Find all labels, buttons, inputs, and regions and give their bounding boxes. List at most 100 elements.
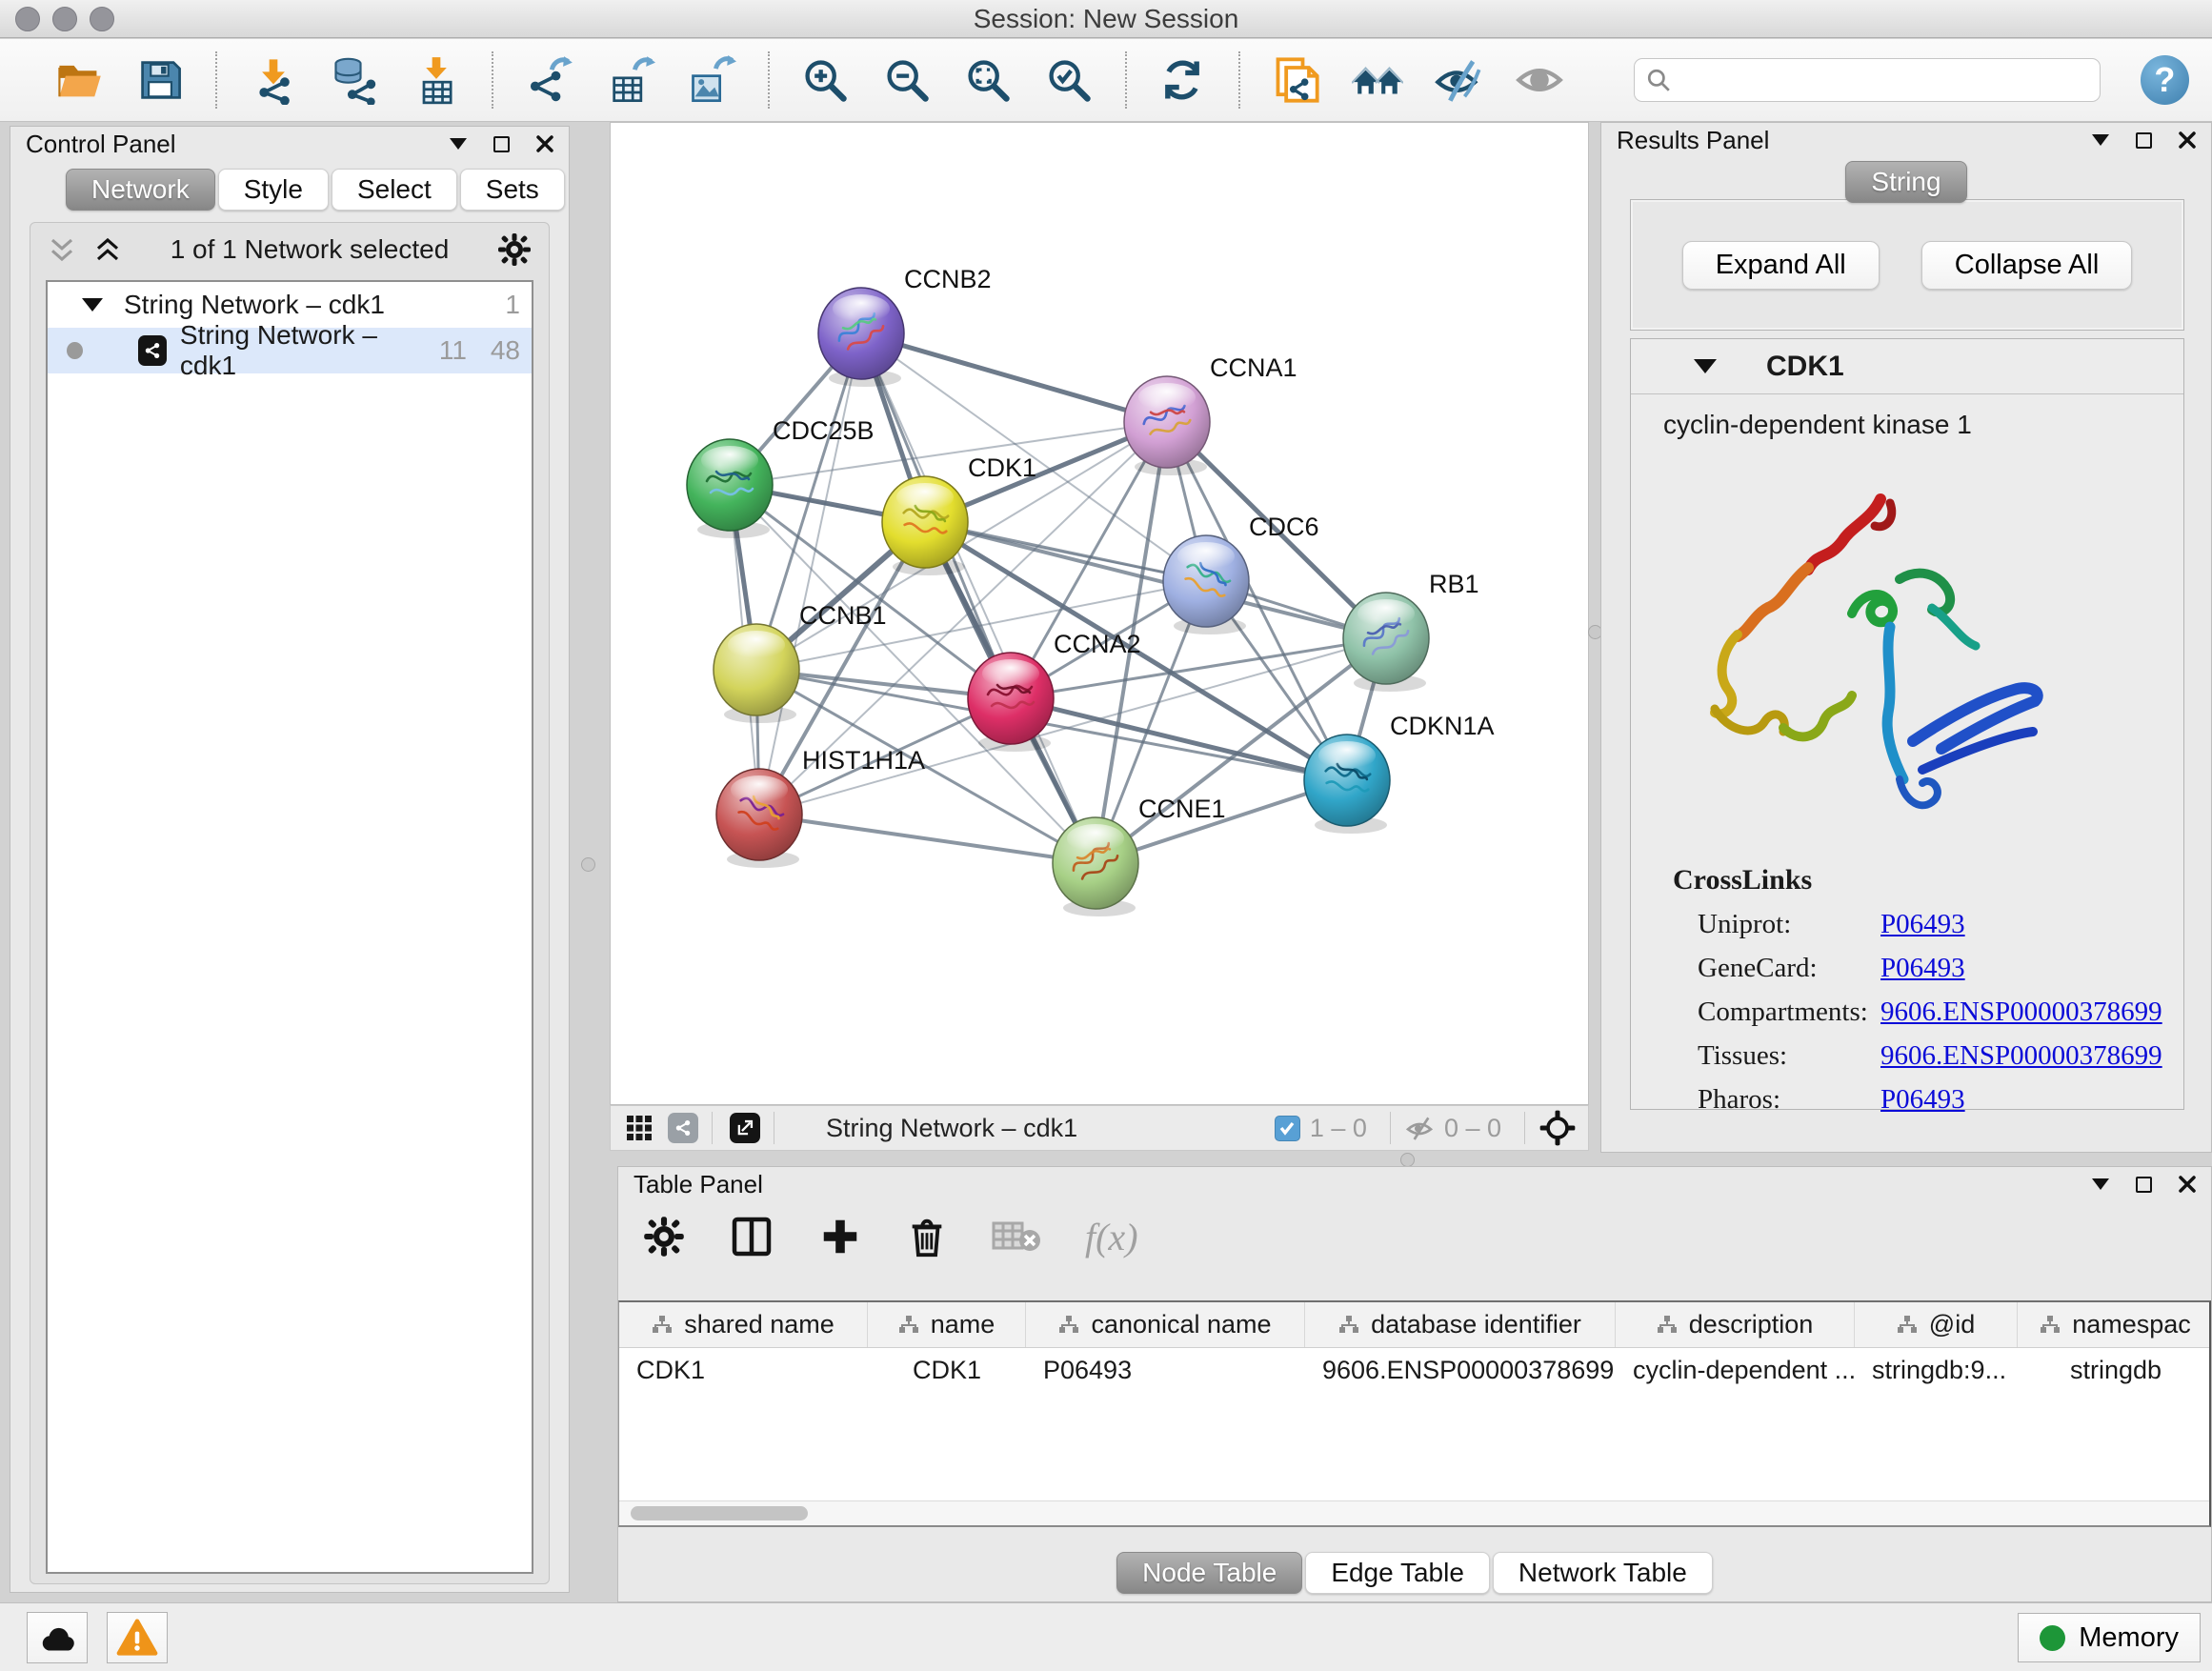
column-header-name[interactable]: name [868,1302,1026,1347]
export-image-icon[interactable] [685,52,739,108]
network-canvas[interactable]: CCNB2CCNA1CDC25BCDK1CDC6RB1CCNB1CCNA2CDK… [611,123,1590,1106]
left-splitter-handle[interactable] [581,857,595,872]
selected-checkbox[interactable] [1275,1116,1300,1141]
edge-CDC25B-CDC6[interactable] [730,485,1206,581]
edge-CCNB2-CCNA1[interactable] [861,333,1167,422]
help-icon[interactable]: ? [2141,55,2189,105]
crosslink-link[interactable]: P06493 [1880,953,1965,984]
warning-icon[interactable] [107,1612,168,1663]
home-icon[interactable] [1350,52,1404,108]
window-zoom-button[interactable] [90,7,114,31]
network-tree: String Network – cdk1 1 String Network –… [46,280,533,1574]
panel-close-icon[interactable] [536,135,553,152]
open-in-window-icon[interactable] [730,1113,760,1143]
column-header-namespac[interactable]: namespac [2018,1302,2211,1347]
hidden-eye-icon[interactable] [1404,1113,1435,1143]
clone-network-icon[interactable] [1269,52,1323,108]
import-network-from-file-icon[interactable] [246,52,300,108]
scrollbar-thumb[interactable] [631,1506,808,1520]
expand-all-button[interactable]: Expand All [1682,241,1880,290]
birdseye-navigator-icon[interactable] [1538,1109,1577,1147]
zoom-in-icon[interactable] [798,52,853,108]
node-CCNB2[interactable] [818,288,904,387]
node-CCNE1[interactable] [1053,817,1138,916]
node-CCNA1[interactable] [1124,376,1210,475]
save-session-icon[interactable] [132,52,187,108]
panel-close-icon[interactable] [2179,131,2196,149]
panel-float-icon[interactable] [450,138,467,150]
grid-view-icon[interactable] [626,1115,653,1141]
edge-CCNB2-CCNE1[interactable] [861,333,1096,863]
node-CCNA2[interactable] [968,653,1054,752]
tab-network-table[interactable]: Network Table [1493,1552,1713,1594]
tab-sets[interactable]: Sets [460,169,565,211]
panel-maximize-icon[interactable] [2136,132,2152,149]
tab-network[interactable]: Network [66,169,215,211]
zoom-out-icon[interactable] [879,52,934,108]
tab-style[interactable]: Style [218,169,329,211]
function-builder-icon[interactable]: f(x) [1085,1215,1138,1259]
horizontal-scrollbar[interactable] [619,1500,2209,1525]
export-network-icon[interactable] [522,52,576,108]
column-header-database-identifier[interactable]: database identifier [1305,1302,1616,1347]
table-settings-gear-icon[interactable] [643,1216,685,1258]
panel-maximize-icon[interactable] [493,136,510,152]
delete-column-icon[interactable] [906,1215,948,1258]
column-header--id[interactable]: @id [1855,1302,2018,1347]
panel-close-icon[interactable] [2179,1176,2196,1193]
add-column-icon[interactable] [818,1215,862,1258]
annotation-share-icon[interactable] [668,1113,698,1143]
network-row-selected[interactable]: String Network – cdk1 11 48 [48,328,532,373]
window-minimize-button[interactable] [52,7,77,31]
memory-button[interactable]: Memory [2018,1613,2201,1662]
tab-node-table[interactable]: Node Table [1116,1552,1302,1594]
crosslink-link[interactable]: P06493 [1880,909,1965,940]
search-input[interactable] [1680,66,2088,95]
node-CDKN1A[interactable] [1304,735,1390,834]
delete-table-icon[interactable] [992,1218,1041,1256]
import-network-from-database-icon[interactable] [328,52,382,108]
node-CDC25B[interactable] [687,439,773,538]
tab-select[interactable]: Select [332,169,457,211]
tab-edge-table[interactable]: Edge Table [1305,1552,1490,1594]
node-RB1[interactable] [1343,593,1429,692]
edge-HIST1H1A-CCNE1[interactable] [759,815,1096,863]
accordion-expander-icon[interactable] [1694,359,1717,373]
column-header-description[interactable]: description [1616,1302,1855,1347]
show-columns-icon[interactable] [729,1214,774,1259]
column-header-shared-name[interactable]: shared name [619,1302,868,1347]
gear-icon[interactable] [497,232,532,267]
hide-selected-eye-slash-icon[interactable] [1432,52,1486,108]
network-status-dot [67,342,83,359]
crosslink-link[interactable]: 9606.ENSP00000378699 [1880,1040,2162,1072]
show-all-eye-icon[interactable] [1513,52,1567,108]
zoom-selected-icon[interactable] [1042,52,1096,108]
window-close-button[interactable] [15,7,40,31]
network-view[interactable]: CCNB2CCNA1CDC25BCDK1CDC6RB1CCNB1CCNA2CDK… [610,122,1589,1105]
node-label-HIST1H1A: HIST1H1A [802,746,925,775]
open-folder-icon[interactable] [51,52,106,108]
import-table-icon[interactable] [409,52,463,108]
collapse-all-icon[interactable] [48,235,76,264]
column-header-canonical-name[interactable]: canonical name [1026,1302,1305,1347]
collapse-all-button[interactable]: Collapse All [1921,241,2133,290]
panel-float-icon[interactable] [2092,1178,2109,1190]
crosslink-link[interactable]: P06493 [1880,1084,1965,1116]
node-CDC6[interactable] [1163,535,1249,634]
horizontal-splitter-handle[interactable] [1400,1153,1415,1167]
table-row[interactable]: CDK1CDK1P064939606.ENSP00000378699cyclin… [619,1348,2209,1394]
node-CCNB1[interactable] [714,624,799,723]
export-table-icon[interactable] [603,52,657,108]
collection-expander-icon[interactable] [82,298,103,312]
crosslink-link[interactable]: 9606.ENSP00000378699 [1880,997,2162,1028]
zoom-fit-icon[interactable] [960,52,1015,108]
panel-float-icon[interactable] [2092,134,2109,146]
panel-maximize-icon[interactable] [2136,1177,2152,1193]
gene-accordion-header[interactable]: CDK1 [1631,339,2183,394]
tab-string[interactable]: String [1845,161,1966,203]
column-label: canonical name [1091,1310,1271,1339]
expand-all-icon[interactable] [93,235,122,264]
refresh-icon[interactable] [1156,52,1210,108]
node-HIST1H1A[interactable] [716,769,802,868]
cloud-icon[interactable] [27,1612,88,1663]
